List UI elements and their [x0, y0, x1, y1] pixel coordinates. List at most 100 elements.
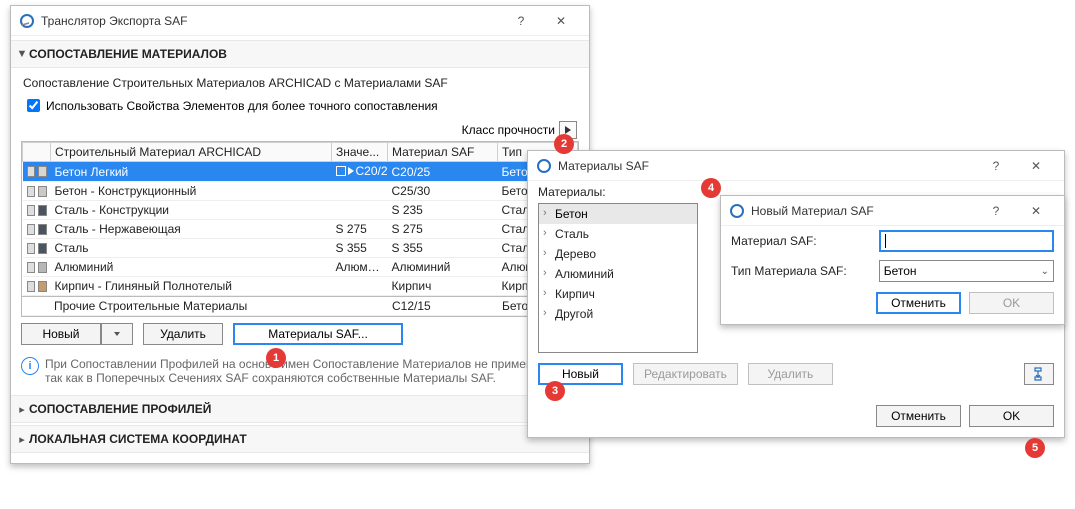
list-item[interactable]: ›Дерево	[539, 244, 697, 264]
app-icon	[536, 158, 552, 174]
cancel-button[interactable]: Отменить	[876, 405, 961, 427]
section3-label: ЛОКАЛЬНАЯ СИСТЕМА КООРДИНАТ	[29, 432, 247, 446]
app-icon	[729, 203, 745, 219]
dialog1-title: Транслятор Экспорта SAF	[41, 14, 501, 28]
table-row[interactable]: АлюминийАлюминийАлюминийАлюминий	[23, 258, 578, 277]
edit-material-button[interactable]: Редактировать	[633, 363, 738, 385]
strength-value	[332, 182, 388, 201]
reorder-button[interactable]	[1024, 363, 1054, 385]
delete-material-button[interactable]: Удалить	[748, 363, 833, 385]
col-ac-material[interactable]: Строительный Материал ARCHICAD	[51, 143, 332, 162]
table-row[interactable]: Бетон ЛегкийС20/25С20/25Бетон	[23, 162, 578, 182]
saf-material: С20/25	[388, 162, 498, 182]
info-text: При Сопоставлении Профилей на основе име…	[45, 357, 579, 385]
use-element-properties-checkbox[interactable]	[27, 99, 40, 112]
new-split-button[interactable]	[101, 323, 133, 345]
saf-material-input[interactable]	[879, 230, 1054, 252]
list-item[interactable]: ›Другой	[539, 304, 697, 324]
material-name: Сталь	[51, 239, 332, 258]
dialog3-title: Новый Материал SAF	[751, 204, 976, 218]
strength-value	[332, 201, 388, 220]
help-button[interactable]: ?	[976, 197, 1016, 225]
dialog2-title: Материалы SAF	[558, 159, 976, 173]
col-saf-material[interactable]: Материал SAF	[388, 143, 498, 162]
saf-material-type-combo[interactable]: Бетон ⌄	[879, 260, 1054, 282]
col-value[interactable]: Значе...	[332, 143, 388, 162]
section1-description: Сопоставление Строительных Материалов AR…	[23, 76, 579, 90]
table-row[interactable]: Сталь - НержавеющаяS 275S 275Сталь	[23, 220, 578, 239]
swatch-cell	[23, 258, 51, 277]
ok-button[interactable]: OK	[969, 292, 1054, 314]
section1-label: СОПОСТАВЛЕНИЕ МАТЕРИАЛОВ	[29, 47, 227, 61]
saf-material: C25/30	[388, 182, 498, 201]
help-button[interactable]: ?	[501, 7, 541, 35]
section-material-mapping[interactable]: ▼ СОПОСТАВЛЕНИЕ МАТЕРИАЛОВ	[11, 40, 589, 68]
app-icon	[19, 13, 35, 29]
swatch-cell	[23, 277, 51, 296]
table-row[interactable]: СтальS 355S 355Сталь	[23, 239, 578, 258]
saf-material: S 355	[388, 239, 498, 258]
dialog3-titlebar: Новый Материал SAF ? ✕	[721, 196, 1064, 226]
text-cursor	[885, 234, 886, 248]
other-materials-row[interactable]: Прочие Строительные Материалы C12/15 Бет…	[22, 297, 578, 316]
section-local-coord[interactable]: ▸ ЛОКАЛЬНАЯ СИСТЕМА КООРДИНАТ	[11, 425, 589, 453]
cancel-button[interactable]: Отменить	[876, 292, 961, 314]
dialog2-titlebar: Материалы SAF ? ✕	[528, 151, 1064, 181]
expand-arrow-icon: ▸	[15, 403, 29, 416]
saf-material: Алюминий	[388, 258, 498, 277]
list-item[interactable]: ›Алюминий	[539, 264, 697, 284]
list-item[interactable]: ›Бетон	[539, 204, 697, 224]
callout-badge-1: 1	[266, 348, 286, 368]
saf-material: S 235	[388, 201, 498, 220]
table-row[interactable]: Бетон - КонструкционныйC25/30Бетон	[23, 182, 578, 201]
material-name: Бетон Легкий	[51, 162, 332, 182]
strength-value: С20/25	[332, 162, 388, 182]
swatch-cell	[23, 162, 51, 182]
delete-button[interactable]: Удалить	[143, 323, 223, 345]
table-row[interactable]: Сталь - КонструкцииS 235Сталь	[23, 201, 578, 220]
materials-list[interactable]: ›Бетон›Сталь›Дерево›Алюминий›Кирпич›Друг…	[538, 203, 698, 353]
info-icon: i	[21, 357, 39, 375]
swatch-cell	[23, 239, 51, 258]
chevron-down-icon: ⌄	[1041, 266, 1049, 277]
material-name: Бетон - Конструкционный	[51, 182, 332, 201]
help-button[interactable]: ?	[976, 152, 1016, 180]
swatch-cell	[23, 220, 51, 239]
other-label: Прочие Строительные Материалы	[50, 297, 332, 316]
callout-badge-3: 3	[545, 381, 565, 401]
close-button[interactable]: ✕	[1016, 152, 1056, 180]
saf-materials-button[interactable]: Материалы SAF...	[233, 323, 403, 345]
arrow-right-icon	[565, 126, 571, 134]
saf-material: Кирпич	[388, 277, 498, 296]
material-name: Сталь - Нержавеющая	[51, 220, 332, 239]
section-profile-mapping[interactable]: ▸ СОПОСТАВЛЕНИЕ ПРОФИЛЕЙ	[11, 395, 589, 423]
list-item[interactable]: ›Кирпич	[539, 284, 697, 304]
section2-label: СОПОСТАВЛЕНИЕ ПРОФИЛЕЙ	[29, 402, 211, 416]
close-button[interactable]: ✕	[1016, 197, 1056, 225]
table-row[interactable]: Кирпич - Глиняный ПолнотелыйКирпичКирпич	[23, 277, 578, 296]
materials-table: Строительный Материал ARCHICAD Значе... …	[22, 142, 578, 296]
combo-value: Бетон	[884, 264, 917, 278]
close-button[interactable]: ✕	[541, 7, 581, 35]
saf-material-label: Материал SAF:	[731, 234, 869, 248]
list-item[interactable]: ›Сталь	[539, 224, 697, 244]
callout-badge-2: 2	[554, 134, 574, 154]
use-element-properties-label: Использовать Свойства Элементов для боле…	[46, 99, 438, 113]
saf-material-type-label: Тип Материала SAF:	[731, 264, 869, 278]
material-name: Алюминий	[51, 258, 332, 277]
other-material: C12/15	[388, 297, 498, 316]
col-swatch[interactable]	[23, 143, 51, 162]
saf-material: S 275	[388, 220, 498, 239]
expand-arrow-icon: ▸	[15, 433, 29, 446]
dialog1-titlebar: Транслятор Экспорта SAF ? ✕	[11, 6, 589, 36]
callout-badge-4: 4	[701, 178, 721, 198]
materials-list-label: Материалы:	[538, 185, 698, 199]
material-name: Сталь - Конструкции	[51, 201, 332, 220]
callout-badge-5: 5	[1025, 438, 1045, 458]
collapse-arrow-icon: ▼	[15, 48, 29, 60]
caret-down-icon	[114, 332, 120, 336]
ok-button[interactable]: OK	[969, 405, 1054, 427]
swatch-cell	[23, 201, 51, 220]
strength-value: Алюминий	[332, 258, 388, 277]
new-button[interactable]: Новый	[21, 323, 101, 345]
